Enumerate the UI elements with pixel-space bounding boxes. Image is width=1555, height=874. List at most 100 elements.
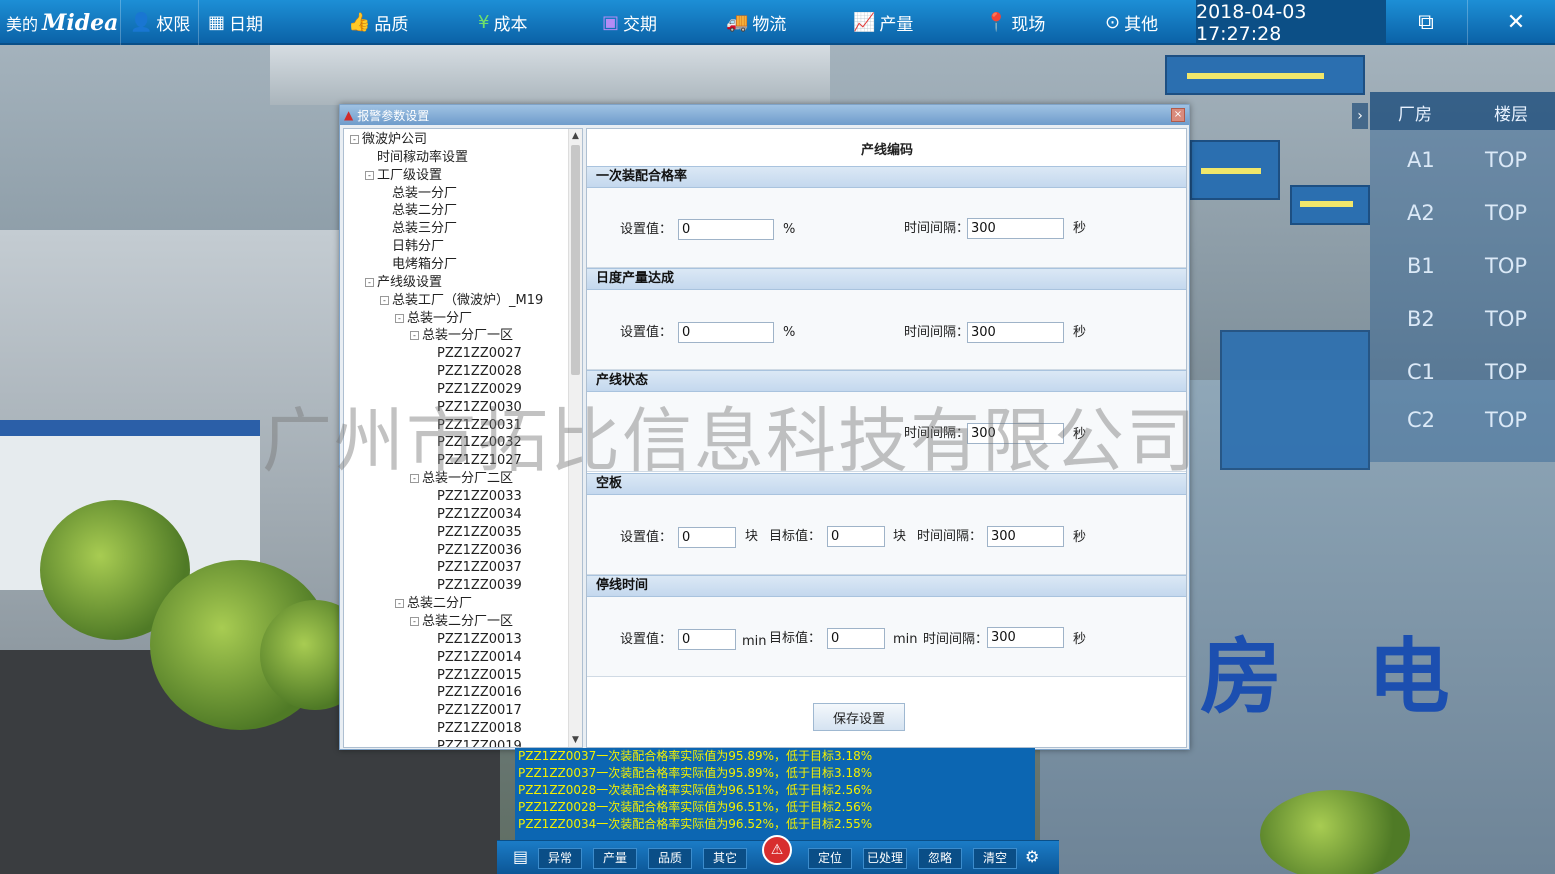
- datetime-display: 2018-04-03 17:27:28: [1196, 0, 1386, 45]
- tree-collapse-icon[interactable]: -: [410, 474, 419, 484]
- tree-node-label: 总装二分厂: [407, 596, 473, 612]
- ignore-button[interactable]: 忽略: [918, 848, 962, 869]
- first-pass-set-input[interactable]: [678, 219, 774, 240]
- tree-node[interactable]: PZZ1ZZ0036: [437, 542, 522, 560]
- tree-collapse-icon[interactable]: -: [395, 599, 404, 609]
- building-row-a1[interactable]: A1 TOP: [1370, 136, 1555, 186]
- tree-node[interactable]: PZZ1ZZ0033: [437, 488, 522, 506]
- tree-node[interactable]: PZZ1ZZ0030: [437, 399, 522, 417]
- empty-board-interval-input[interactable]: [987, 526, 1064, 547]
- nav-delivery[interactable]: ▣ 交期: [602, 0, 657, 45]
- downtime-interval-input[interactable]: [987, 627, 1064, 648]
- locate-button[interactable]: 定位: [808, 848, 852, 869]
- first-pass-interval-input[interactable]: [967, 218, 1064, 239]
- filter-output-button[interactable]: 产量: [593, 848, 637, 869]
- tree-node[interactable]: PZZ1ZZ0015: [437, 667, 522, 685]
- tree-node[interactable]: - 工厂级设置: [365, 167, 442, 185]
- tree-node[interactable]: PZZ1ZZ0017: [437, 702, 522, 720]
- daily-output-interval-input[interactable]: [967, 322, 1064, 343]
- tree-collapse-icon[interactable]: -: [350, 135, 359, 144]
- tree-node[interactable]: 电烤箱分厂: [392, 256, 457, 274]
- clear-button[interactable]: 清空: [973, 848, 1017, 869]
- tree-node-label: PZZ1ZZ0015: [437, 667, 522, 683]
- tree-node-label: 工厂级设置: [377, 167, 443, 183]
- tree-node[interactable]: PZZ1ZZ0032: [437, 434, 522, 452]
- tree-node[interactable]: 日韩分厂: [392, 238, 444, 256]
- tree-node[interactable]: - 总装二分厂一区: [410, 613, 513, 631]
- tree-collapse-icon[interactable]: -: [365, 170, 374, 180]
- section-daily-output-body: 设置值： % 时间间隔： 秒: [587, 290, 1186, 370]
- tree-node[interactable]: - 微波炉公司: [350, 131, 427, 149]
- gear-icon[interactable]: ⚙: [1025, 847, 1039, 866]
- nav-quality[interactable]: 👍 品质: [348, 0, 408, 45]
- tree-node[interactable]: - 总装一分厂二区: [410, 470, 513, 488]
- building-row-a2[interactable]: A2 TOP: [1370, 189, 1555, 239]
- tree-node[interactable]: PZZ1ZZ0035: [437, 524, 522, 542]
- tree-node[interactable]: 总装一分厂: [392, 185, 457, 203]
- tree-node-label: 总装二分厂一区: [422, 613, 514, 629]
- tree-node[interactable]: PZZ1ZZ0027: [437, 345, 522, 363]
- nav-output[interactable]: 📈 产量: [853, 0, 913, 45]
- filter-abnormal-button[interactable]: 异常: [538, 848, 582, 869]
- tree-collapse-icon[interactable]: -: [365, 277, 374, 287]
- tree-node[interactable]: PZZ1ZZ0019: [437, 738, 522, 747]
- building-row-c1[interactable]: C1 TOP: [1370, 348, 1555, 398]
- tree-node[interactable]: 时间稼动率设置: [377, 149, 468, 167]
- save-settings-button[interactable]: 保存设置: [813, 703, 905, 731]
- scroll-down-icon[interactable]: ▼: [569, 733, 582, 747]
- scroll-up-icon[interactable]: ▲: [569, 129, 582, 143]
- empty-board-target-input[interactable]: [827, 526, 885, 547]
- nav-permission[interactable]: 👤 权限: [130, 0, 190, 45]
- tree-node[interactable]: - 总装二分厂: [395, 595, 472, 613]
- tree-node[interactable]: PZZ1ZZ0031: [437, 417, 522, 435]
- downtime-target-input[interactable]: [827, 628, 885, 649]
- tree-node[interactable]: PZZ1ZZ0034: [437, 506, 522, 524]
- tree-collapse-icon[interactable]: -: [380, 295, 389, 305]
- restore-window-button[interactable]: ⧉: [1386, 0, 1466, 45]
- building-row-c2[interactable]: C2 TOP: [1370, 396, 1555, 446]
- daily-output-set-input[interactable]: [678, 322, 774, 343]
- tree-node[interactable]: - 产线级设置: [365, 274, 442, 292]
- tree-collapse-icon[interactable]: -: [395, 313, 404, 323]
- alarm-icon: ▲: [344, 108, 354, 122]
- nav-cost[interactable]: ¥ 成本: [478, 0, 527, 45]
- tree-collapse-icon[interactable]: -: [410, 616, 419, 626]
- tree-node[interactable]: PZZ1ZZ0029: [437, 381, 522, 399]
- filter-quality-button[interactable]: 品质: [648, 848, 692, 869]
- interval-label: 时间间隔：: [917, 529, 983, 544]
- tree-scrollbar[interactable]: ▲ ▼: [568, 129, 582, 747]
- nav-logistics[interactable]: 🚚 物流: [726, 0, 786, 45]
- tree-node[interactable]: - 总装一分厂一区: [410, 327, 513, 345]
- tree-node[interactable]: 总装二分厂: [392, 202, 457, 220]
- dialog-close-button[interactable]: ×: [1171, 108, 1185, 122]
- tree-node[interactable]: - 总装工厂（微波炉）_M19: [380, 292, 543, 310]
- tree-node[interactable]: PZZ1ZZ0039: [437, 577, 522, 595]
- tree-node[interactable]: 总装三分厂: [392, 220, 457, 238]
- empty-board-set-input[interactable]: [678, 527, 736, 548]
- unit-label: %: [783, 325, 796, 340]
- tree-collapse-icon[interactable]: -: [410, 331, 419, 341]
- tree-node[interactable]: - 总装一分厂: [395, 310, 472, 328]
- building-row-b2[interactable]: B2 TOP: [1370, 295, 1555, 345]
- nav-other[interactable]: ⊙ 其他: [1105, 0, 1158, 45]
- handled-button[interactable]: 已处理: [863, 848, 907, 869]
- building-row-b1[interactable]: B1 TOP: [1370, 242, 1555, 292]
- tree-node[interactable]: PZZ1ZZ0013: [437, 631, 522, 649]
- filter-other-button[interactable]: 其它: [703, 848, 747, 869]
- tree-node[interactable]: PZZ1ZZ1027: [437, 452, 522, 470]
- scroll-thumb[interactable]: [571, 145, 580, 375]
- alarm-bell-icon[interactable]: ⚠: [762, 835, 792, 865]
- dialog-title-bar[interactable]: ▲ 报警参数设置: [340, 105, 1189, 125]
- tree-node[interactable]: PZZ1ZZ0028: [437, 363, 522, 381]
- tree-node[interactable]: PZZ1ZZ0018: [437, 720, 522, 738]
- downtime-set-input[interactable]: [678, 629, 736, 650]
- side-panel-toggle[interactable]: ›: [1352, 103, 1368, 129]
- tree-node[interactable]: PZZ1ZZ0014: [437, 649, 522, 667]
- line-status-interval-input[interactable]: [967, 423, 1064, 444]
- close-window-button[interactable]: ✕: [1476, 0, 1555, 45]
- nav-onsite[interactable]: 📍 现场: [985, 0, 1045, 45]
- tree-node[interactable]: PZZ1ZZ0037: [437, 559, 522, 577]
- nav-date[interactable]: ▦ 日期: [208, 0, 263, 45]
- document-icon[interactable]: ▤: [513, 847, 528, 866]
- tree-node[interactable]: PZZ1ZZ0016: [437, 684, 522, 702]
